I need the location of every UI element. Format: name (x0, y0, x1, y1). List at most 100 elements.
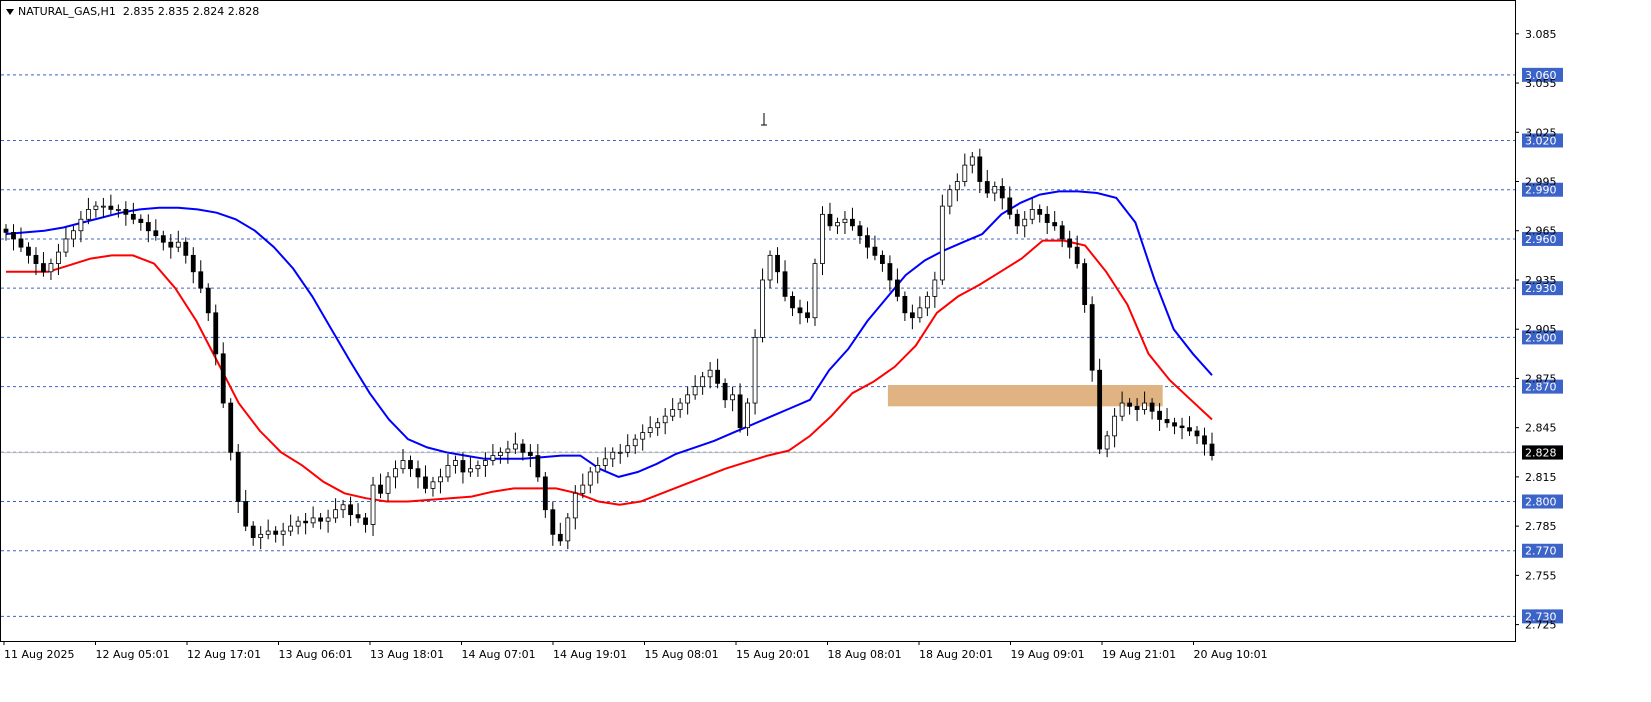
moving-averages (5, 190, 1213, 506)
candle-body (572, 492, 578, 519)
candle-body (168, 241, 174, 248)
price-axis: 3.085 3.055 3.025 2.995 2.965 2.935 2.905 2.875… (1515, 28, 1563, 632)
candle-body (183, 241, 189, 256)
ma-line (5, 190, 1213, 478)
candle-body (310, 517, 316, 524)
y-tick-label: 2.995 (1525, 176, 1557, 189)
candle-body (685, 394, 691, 404)
candle-body (655, 422, 661, 429)
candle-body (33, 254, 39, 264)
candle-body (730, 394, 735, 401)
candle-body (190, 254, 196, 273)
current-price-label: 2.828 (1525, 447, 1557, 460)
candle-body (790, 295, 795, 309)
candle-body (228, 402, 234, 453)
candle-body (647, 427, 653, 433)
candle-body (894, 279, 900, 297)
candle-body (348, 504, 353, 516)
candle-body (340, 504, 346, 511)
candle-body (625, 445, 631, 453)
candle-body (1007, 197, 1013, 215)
candle-body (542, 476, 548, 511)
candle-body (408, 460, 413, 470)
candle-body (842, 218, 848, 223)
candle-body (640, 432, 646, 440)
candle-body (273, 530, 279, 535)
candle-body (460, 460, 466, 473)
candle-body (153, 230, 159, 237)
candle-body (722, 382, 728, 401)
candle-body (205, 287, 211, 314)
candle-body (1142, 402, 1147, 411)
candle-body (41, 263, 46, 273)
candle-body (865, 235, 870, 248)
candle-body (145, 222, 151, 232)
candle-body (782, 271, 788, 297)
candle-body (1052, 222, 1058, 227)
candle-body (370, 484, 376, 525)
candle-body (1202, 435, 1207, 445)
candle-body (130, 213, 136, 220)
level-label: 2.800 (1525, 496, 1557, 509)
candle-body (213, 312, 219, 355)
candle-body (752, 337, 758, 404)
candle-body (3, 228, 9, 233)
candle-body (78, 218, 84, 232)
candle-body (512, 443, 518, 450)
candle-body (932, 279, 938, 297)
candle-body (1164, 419, 1170, 424)
candle-body (617, 451, 623, 454)
candle-body (602, 458, 608, 466)
candle-body (235, 451, 241, 502)
candle-body (438, 476, 443, 483)
candle-body (1029, 209, 1035, 220)
candle-body (453, 460, 458, 466)
candle-body (984, 181, 990, 194)
candle-body (1104, 435, 1110, 450)
candle-body (917, 307, 923, 319)
candle-body (1127, 402, 1133, 407)
x-tick-label: 14 Aug 19:01 (553, 648, 627, 661)
candle-body (587, 471, 593, 486)
candle-body (1059, 225, 1065, 240)
candle-body (497, 451, 503, 456)
candle-body (1157, 410, 1162, 420)
candle-body (71, 230, 76, 240)
candle-body (954, 181, 960, 191)
candle-body (977, 156, 983, 182)
candle-body (26, 246, 31, 256)
candle-body (580, 484, 586, 494)
candle-body (303, 520, 309, 524)
candle-body (835, 222, 840, 227)
candle-body (857, 225, 863, 237)
candle-body (1067, 238, 1073, 248)
candle-body (947, 189, 953, 207)
candle-body (550, 509, 556, 535)
candle-body (355, 514, 361, 519)
candle-body (333, 509, 338, 519)
candle-body (745, 402, 750, 429)
candle-body (1149, 402, 1155, 412)
candle-body (198, 271, 204, 289)
y-tick-label: 3.085 (1525, 28, 1557, 41)
candle-body (992, 186, 998, 194)
candle-body (565, 517, 571, 542)
candle-body (797, 307, 803, 314)
y-tick-label: 2.965 (1525, 225, 1557, 238)
candle-body (1074, 246, 1080, 264)
candle-body (527, 451, 533, 456)
candle-body (924, 295, 930, 309)
candle-body (1037, 209, 1043, 215)
candle-body (93, 205, 99, 210)
candle-body (415, 468, 421, 478)
candle-body (295, 520, 301, 527)
candle-body (999, 186, 1005, 199)
candle-body (1082, 263, 1088, 305)
price-chart[interactable]: 3.0603.0202.9902.9602.9302.9002.8702.830… (0, 0, 1651, 702)
y-tick-label: 3.025 (1525, 126, 1557, 139)
y-tick-label: 2.845 (1525, 422, 1557, 435)
candle-body (430, 481, 436, 489)
y-tick-label: 2.725 (1525, 619, 1557, 632)
candle-body (1134, 405, 1140, 411)
candle-body (1209, 443, 1215, 456)
